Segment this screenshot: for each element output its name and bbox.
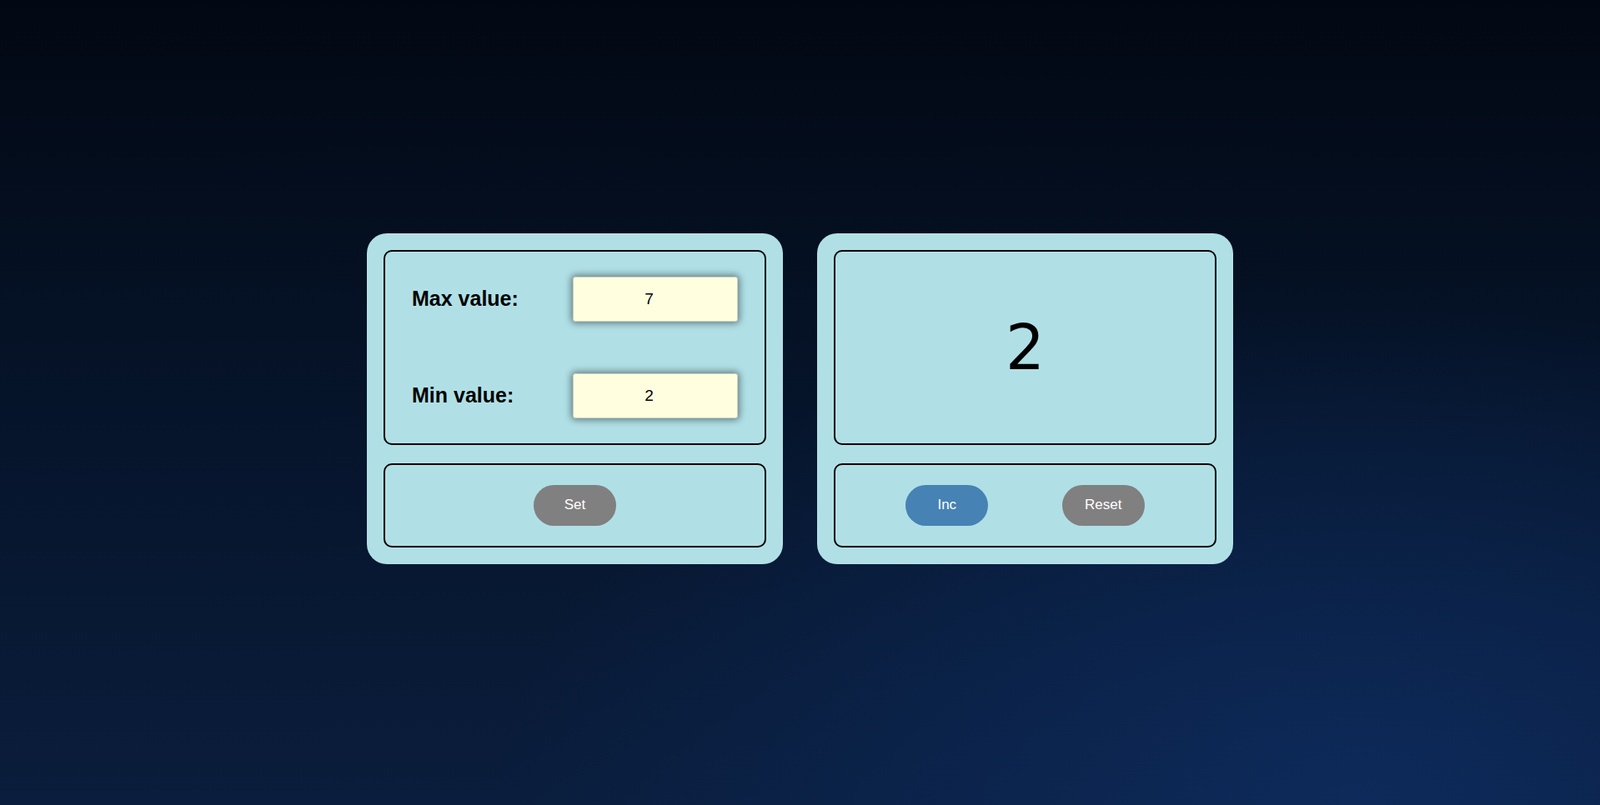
set-button[interactable]: Set bbox=[533, 485, 617, 527]
page: Max value: Min value: Set 2 Inc Reset bbox=[0, 0, 1600, 805]
field-row: Min value: bbox=[411, 373, 738, 419]
counter-value: 2 bbox=[1005, 311, 1045, 384]
field-row: Max value: bbox=[411, 276, 738, 322]
counter-display: 2 bbox=[833, 250, 1217, 446]
field-label: Min value: bbox=[411, 383, 514, 408]
field-label: Max value: bbox=[411, 286, 519, 311]
counter-button[interactable]: Reset bbox=[1062, 485, 1145, 527]
value-input[interactable] bbox=[572, 373, 738, 419]
settings-fields: Max value: Min value: bbox=[383, 250, 767, 446]
value-input[interactable] bbox=[572, 276, 738, 322]
counter-actions: Inc Reset bbox=[833, 463, 1217, 548]
counter-panel: 2 Inc Reset bbox=[817, 233, 1234, 565]
settings-actions: Set bbox=[383, 463, 767, 548]
counter-button[interactable]: Inc bbox=[905, 485, 989, 527]
settings-panel: Max value: Min value: Set bbox=[366, 233, 783, 565]
